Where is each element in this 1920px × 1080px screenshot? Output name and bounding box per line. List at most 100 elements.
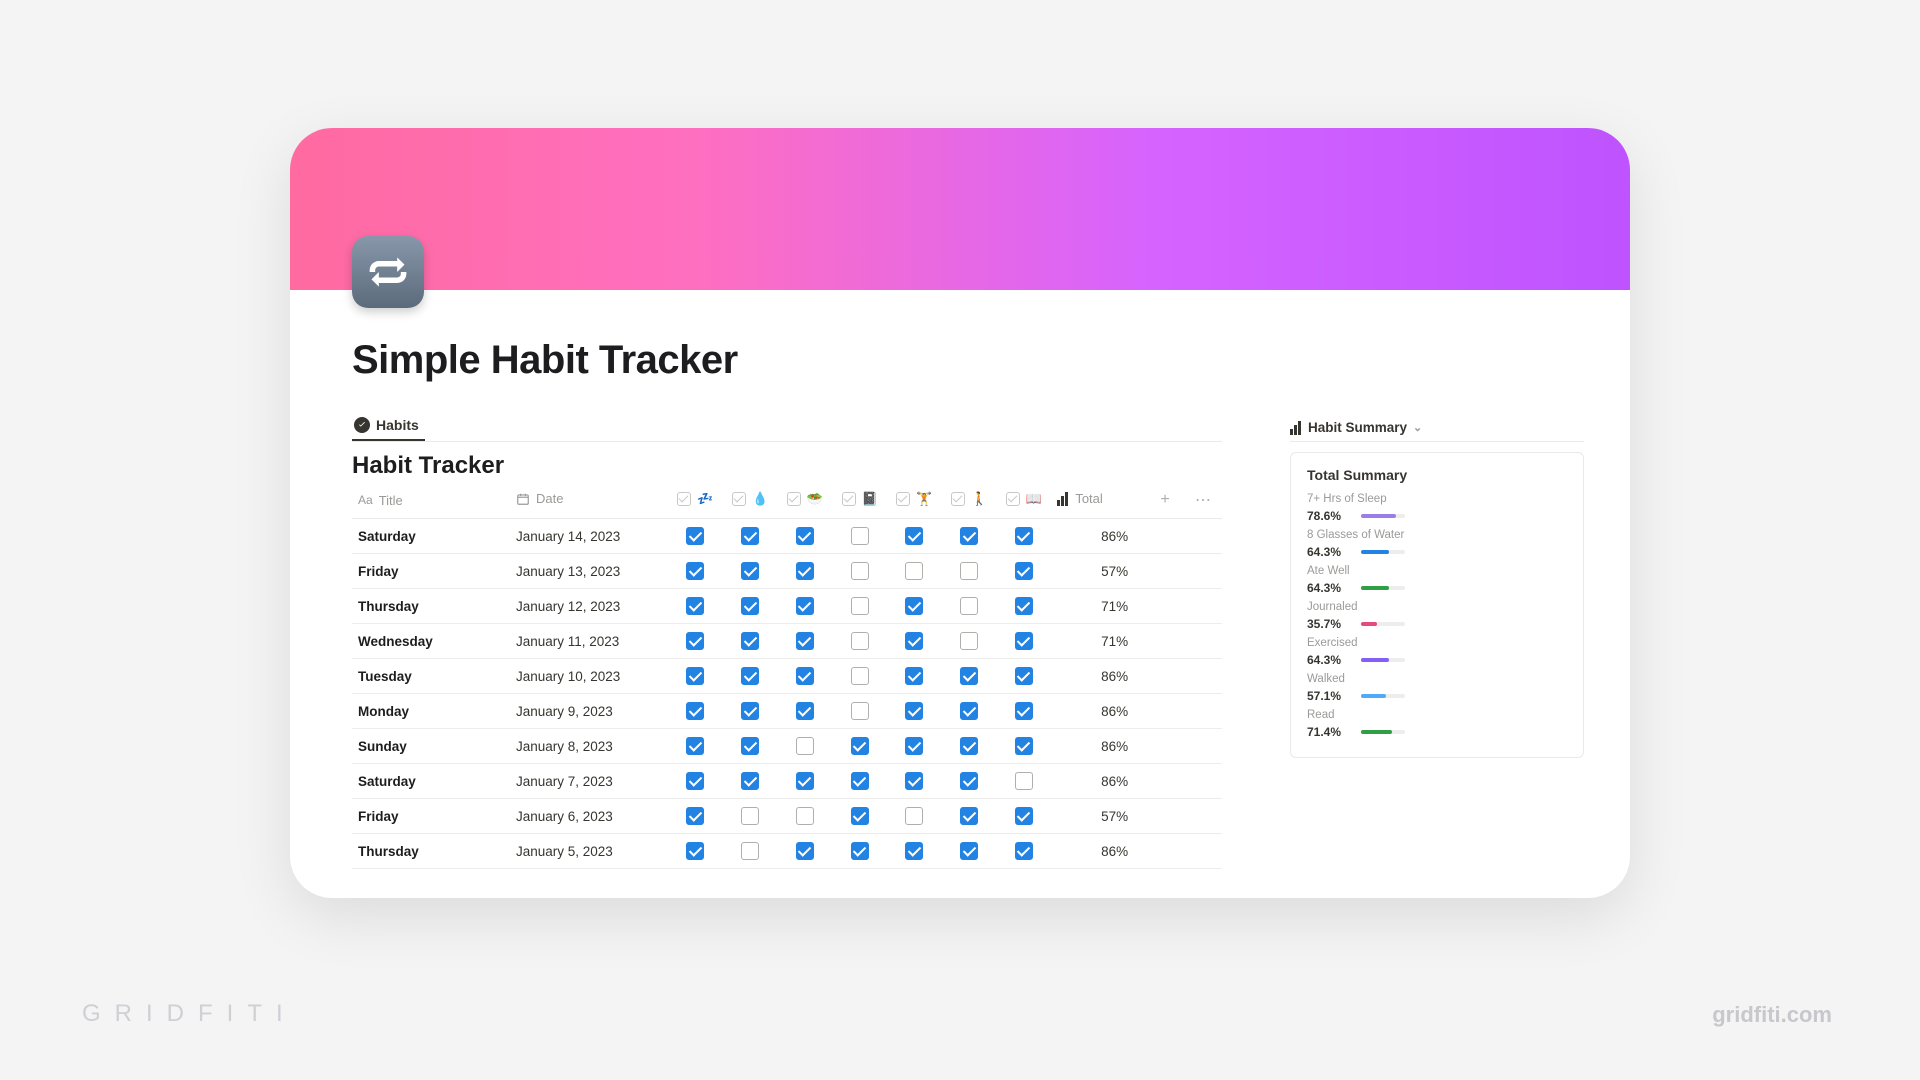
checkbox[interactable]: [960, 632, 978, 650]
checkbox[interactable]: [796, 842, 814, 860]
checkbox[interactable]: [905, 702, 923, 720]
checkbox[interactable]: [1015, 807, 1033, 825]
habit-cell[interactable]: [723, 589, 778, 624]
habit-cell[interactable]: [942, 764, 997, 799]
page-icon-repeat[interactable]: [352, 236, 424, 308]
checkbox[interactable]: [741, 702, 759, 720]
habit-cell[interactable]: [942, 519, 997, 554]
row-title[interactable]: Wednesday: [352, 624, 510, 659]
habit-cell[interactable]: [997, 659, 1052, 694]
checkbox[interactable]: [686, 842, 704, 860]
checkbox[interactable]: [905, 562, 923, 580]
checkbox[interactable]: [741, 597, 759, 615]
checkbox[interactable]: [960, 737, 978, 755]
checkbox[interactable]: [1015, 702, 1033, 720]
checkbox[interactable]: [905, 667, 923, 685]
habit-cell[interactable]: [723, 624, 778, 659]
habit-cell[interactable]: [778, 659, 833, 694]
col-habit-6[interactable]: 📖: [997, 484, 1052, 519]
habit-cell[interactable]: [887, 799, 942, 834]
habit-cell[interactable]: [942, 694, 997, 729]
habit-cell[interactable]: [668, 589, 723, 624]
habit-cell[interactable]: [832, 624, 887, 659]
table-row[interactable]: TuesdayJanuary 10, 202386%: [352, 659, 1222, 694]
habit-cell[interactable]: [832, 799, 887, 834]
row-title[interactable]: Tuesday: [352, 659, 510, 694]
habit-cell[interactable]: [942, 834, 997, 869]
checkbox[interactable]: [1015, 737, 1033, 755]
checkbox[interactable]: [686, 632, 704, 650]
habit-cell[interactable]: [887, 554, 942, 589]
habit-cell[interactable]: [997, 694, 1052, 729]
habit-cell[interactable]: [723, 834, 778, 869]
checkbox[interactable]: [851, 562, 869, 580]
checkbox[interactable]: [741, 527, 759, 545]
checkbox[interactable]: [686, 562, 704, 580]
checkbox[interactable]: [1015, 772, 1033, 790]
tab-habits[interactable]: Habits: [352, 417, 425, 441]
habit-cell[interactable]: [942, 554, 997, 589]
habit-cell[interactable]: [887, 519, 942, 554]
checkbox[interactable]: [1015, 527, 1033, 545]
habit-cell[interactable]: [723, 519, 778, 554]
row-title[interactable]: Thursday: [352, 834, 510, 869]
table-row[interactable]: ThursdayJanuary 12, 202371%: [352, 589, 1222, 624]
table-row[interactable]: SaturdayJanuary 7, 202386%: [352, 764, 1222, 799]
habit-cell[interactable]: [778, 764, 833, 799]
habit-cell[interactable]: [723, 764, 778, 799]
total-summary-card[interactable]: Total Summary 7+ Hrs of Sleep78.6%8 Glas…: [1290, 452, 1584, 758]
habit-cell[interactable]: [778, 694, 833, 729]
habit-cell[interactable]: [832, 764, 887, 799]
habit-cell[interactable]: [778, 834, 833, 869]
habit-cell[interactable]: [723, 729, 778, 764]
habit-cell[interactable]: [668, 729, 723, 764]
habit-cell[interactable]: [668, 624, 723, 659]
habit-cell[interactable]: [997, 834, 1052, 869]
habit-cell[interactable]: [832, 729, 887, 764]
habit-cell[interactable]: [887, 729, 942, 764]
col-habit-0[interactable]: 💤: [668, 484, 723, 519]
habit-cell[interactable]: [778, 589, 833, 624]
habit-cell[interactable]: [997, 519, 1052, 554]
habit-cell[interactable]: [997, 624, 1052, 659]
habit-cell[interactable]: [723, 799, 778, 834]
table-row[interactable]: WednesdayJanuary 11, 202371%: [352, 624, 1222, 659]
col-habit-4[interactable]: 🏋️: [887, 484, 942, 519]
habit-cell[interactable]: [887, 624, 942, 659]
habit-cell[interactable]: [832, 519, 887, 554]
habit-cell[interactable]: [887, 589, 942, 624]
checkbox[interactable]: [851, 807, 869, 825]
checkbox[interactable]: [686, 737, 704, 755]
checkbox[interactable]: [960, 702, 978, 720]
habit-cell[interactable]: [778, 519, 833, 554]
checkbox[interactable]: [741, 667, 759, 685]
habit-cell[interactable]: [723, 659, 778, 694]
more-columns-button[interactable]: ⋯: [1184, 484, 1222, 519]
checkbox[interactable]: [851, 597, 869, 615]
checkbox[interactable]: [796, 807, 814, 825]
checkbox[interactable]: [1015, 667, 1033, 685]
checkbox[interactable]: [960, 562, 978, 580]
habit-cell[interactable]: [723, 554, 778, 589]
habit-cell[interactable]: [997, 799, 1052, 834]
checkbox[interactable]: [851, 842, 869, 860]
habit-cell[interactable]: [778, 554, 833, 589]
row-title[interactable]: Monday: [352, 694, 510, 729]
habit-cell[interactable]: [997, 589, 1052, 624]
col-habit-3[interactable]: 📓: [832, 484, 887, 519]
habit-cell[interactable]: [778, 799, 833, 834]
habit-cell[interactable]: [668, 554, 723, 589]
checkbox[interactable]: [905, 807, 923, 825]
checkbox[interactable]: [1015, 597, 1033, 615]
checkbox[interactable]: [741, 632, 759, 650]
checkbox[interactable]: [1015, 632, 1033, 650]
habit-cell[interactable]: [668, 694, 723, 729]
checkbox[interactable]: [741, 737, 759, 755]
table-row[interactable]: SundayJanuary 8, 202386%: [352, 729, 1222, 764]
checkbox[interactable]: [796, 632, 814, 650]
checkbox[interactable]: [960, 597, 978, 615]
table-row[interactable]: SaturdayJanuary 14, 202386%: [352, 519, 1222, 554]
checkbox[interactable]: [851, 632, 869, 650]
habit-cell[interactable]: [832, 554, 887, 589]
checkbox[interactable]: [796, 737, 814, 755]
